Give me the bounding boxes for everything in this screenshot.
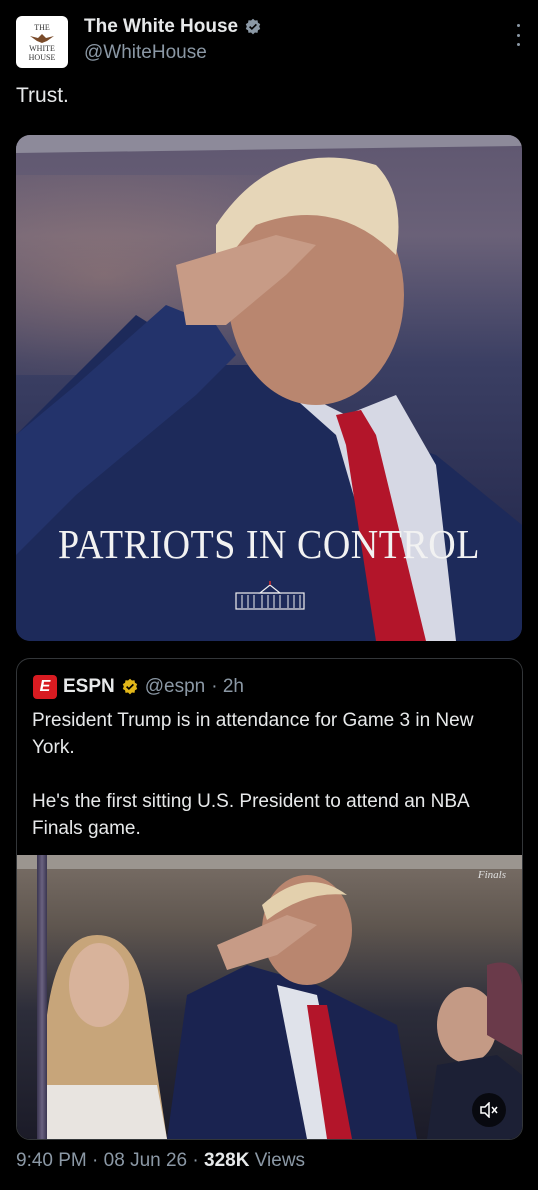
quoted-post-header: E ESPN @espn · 2h <box>33 675 244 699</box>
pole <box>37 855 47 1139</box>
quoted-video[interactable]: Finals <box>17 855 522 1139</box>
post-time: 9:40 PM <box>16 1150 87 1171</box>
quoted-post-text: President Trump is in attendance for Gam… <box>32 710 474 839</box>
espn-logo-icon: E <box>33 675 57 699</box>
avatar-line-2: WHITE <box>29 43 55 53</box>
video-headline: PATRIOTS IN CONTROL <box>58 522 480 568</box>
quoted-post[interactable]: E ESPN @espn · 2h President Trump is in … <box>16 658 523 1140</box>
gold-verified-badge-icon <box>122 678 137 695</box>
views-count[interactable]: 328K <box>204 1150 249 1171</box>
display-name[interactable]: The White House <box>84 16 238 38</box>
views-label: Views <box>254 1150 306 1171</box>
avatar[interactable]: THE WHITE HOUSE <box>16 16 68 68</box>
post-video[interactable]: PATRIOTS IN CONTROL <box>16 135 522 641</box>
handle[interactable]: @WhiteHouse <box>84 42 207 64</box>
white-house-logo-icon <box>235 581 305 610</box>
volume-muted-icon <box>480 1102 498 1118</box>
post-date: · 08 Jun 26 · <box>92 1150 199 1171</box>
finals-watermark: Finals <box>477 869 506 881</box>
mute-button[interactable] <box>472 1093 506 1127</box>
avatar-line-3: HOUSE <box>28 52 56 62</box>
crowd-scene <box>37 875 522 1139</box>
post-header: THE WHITE HOUSE The White House @WhiteHo… <box>16 14 522 70</box>
more-options-icon[interactable] <box>514 24 522 46</box>
post-text: Trust. <box>16 84 69 107</box>
quoted-handle[interactable]: @espn <box>145 676 206 698</box>
quoted-display-name[interactable]: ESPN <box>63 676 115 698</box>
name-row: The White House <box>84 16 262 38</box>
quoted-time: · 2h <box>211 676 244 697</box>
post-footer: 9:40 PM · 08 Jun 26 · 328K Views <box>16 1150 305 1172</box>
verified-badge-icon <box>245 18 261 35</box>
eagle-icon <box>30 33 54 43</box>
avatar-line-1: THE <box>34 22 50 32</box>
